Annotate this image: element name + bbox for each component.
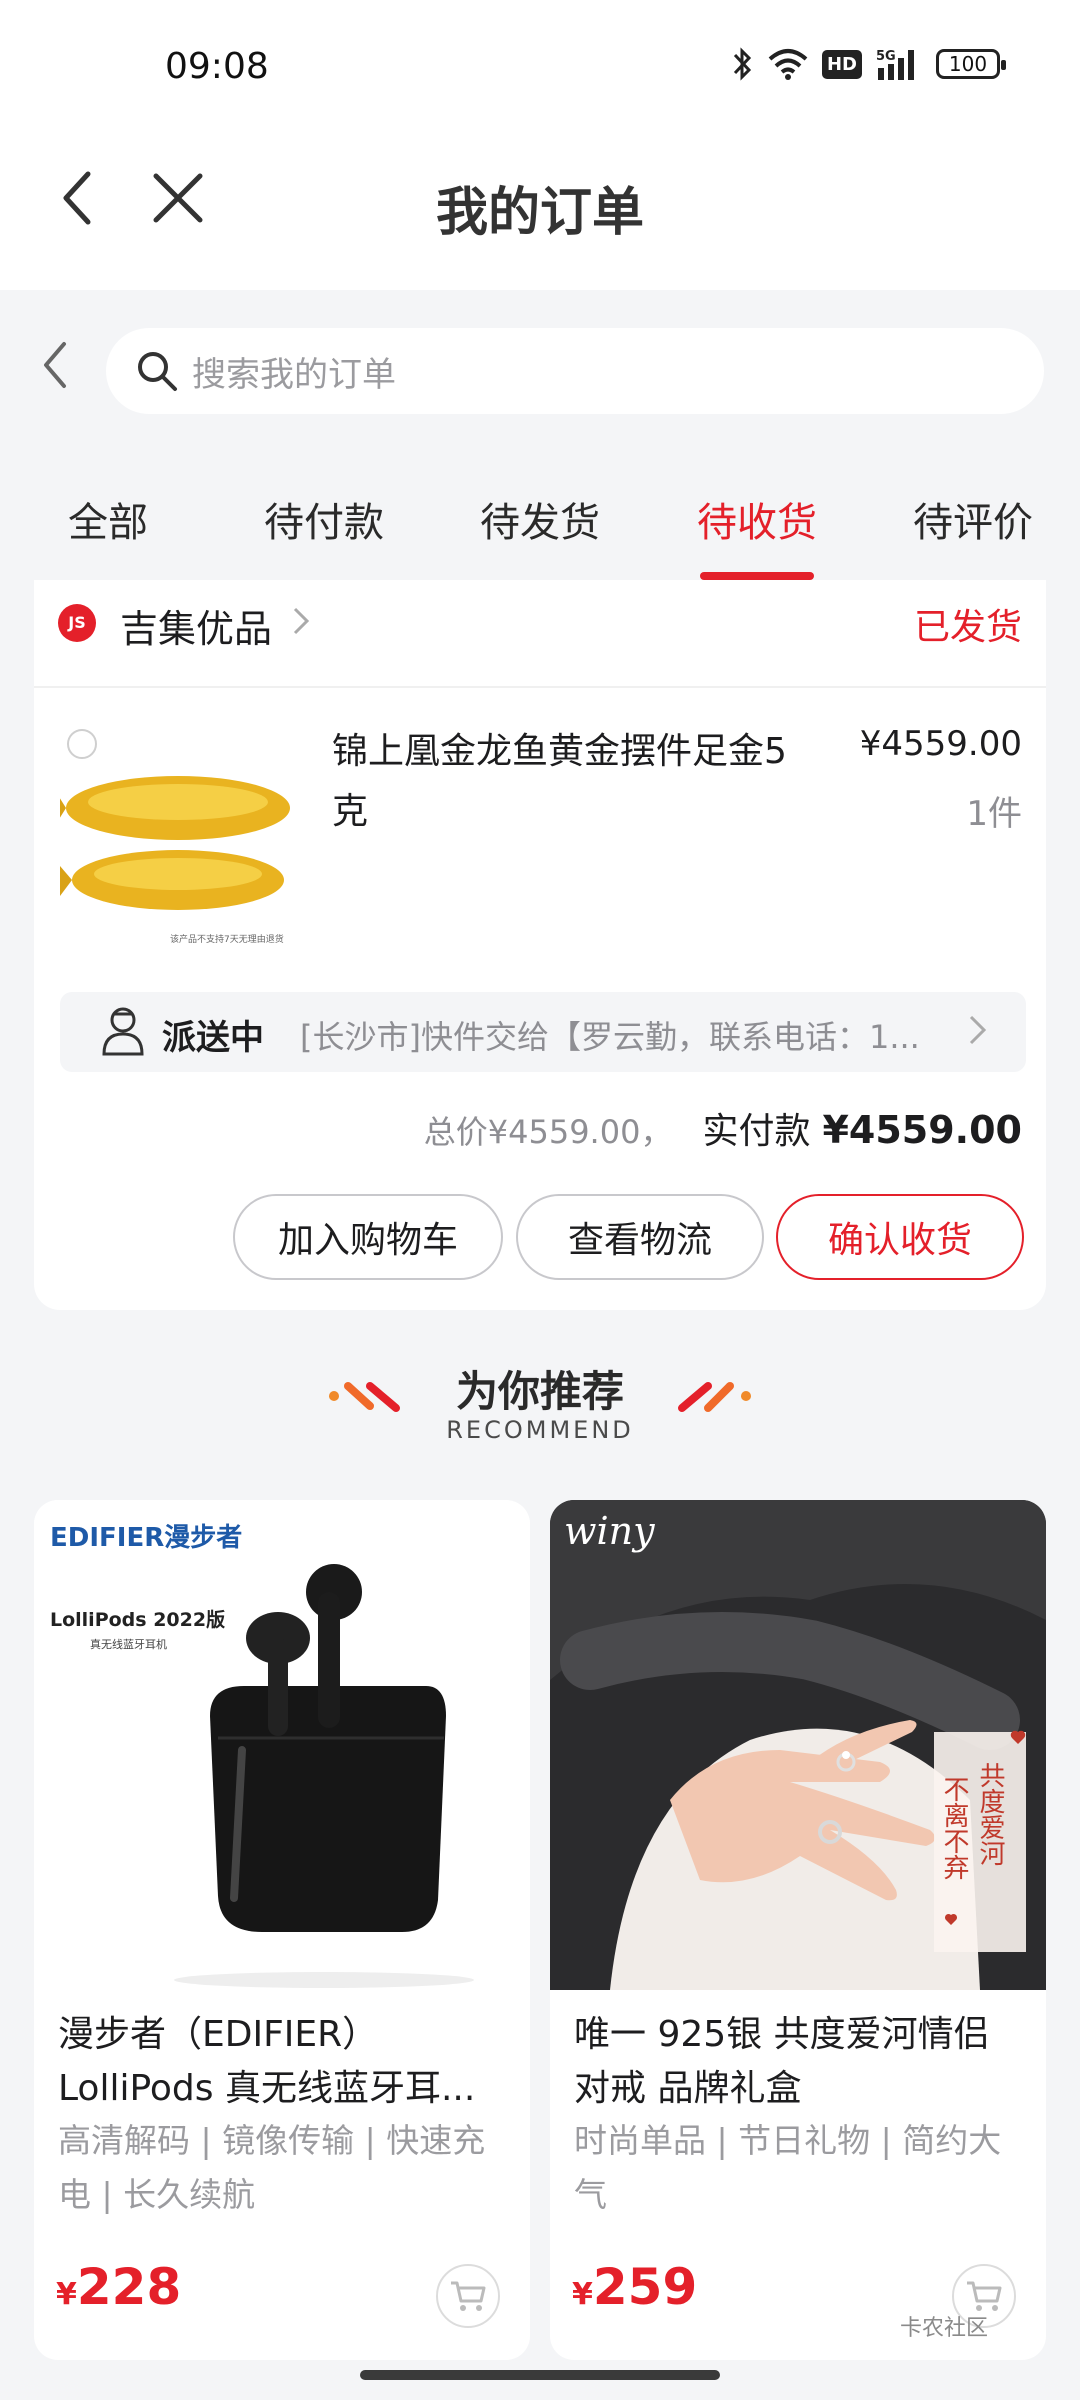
courier-icon — [102, 1007, 144, 1056]
svg-text:5G: 5G — [876, 49, 896, 64]
chevron-right-icon[interactable] — [968, 1014, 988, 1046]
product-image[interactable]: EDIFIER漫步者 LolliPods 2022版 真无线蓝牙耳机 — [34, 1500, 530, 1990]
shop-name[interactable]: 吉集优品 — [120, 598, 272, 653]
battery-indicator: 100 — [936, 49, 1006, 79]
product-name-line1: 漫步者（EDIFIER） — [58, 2014, 379, 2055]
cart-icon — [967, 2281, 1002, 2311]
tab-all[interactable]: 全部 — [68, 490, 148, 548]
product-price: ¥259 — [572, 2258, 698, 2316]
svg-text:winy: winy — [564, 1509, 655, 1553]
delivery-info: [长沙市]快件交给【罗云勤，联系电话：1... — [300, 1018, 920, 1056]
product-name[interactable]: 锦上凰金龙鱼黄金摆件足金5克 — [332, 722, 802, 842]
svg-text:LolliPods 2022版: LolliPods 2022版 — [50, 1608, 225, 1631]
signal-icon: 5G — [876, 49, 914, 80]
order-status: 已发货 — [913, 607, 1022, 648]
tab-pending-receipt[interactable]: 待收货 — [697, 490, 817, 548]
search-icon — [138, 352, 177, 391]
order-total: 总价¥4559.00， 实付款 ¥4559.00 — [424, 1102, 1022, 1154]
svg-text:真无线蓝牙耳机: 真无线蓝牙耳机 — [90, 1637, 167, 1651]
total-price: 总价¥4559.00， — [423, 1113, 673, 1151]
svg-text:该产品不支持7天无理由退货: 该产品不支持7天无理由退货 — [170, 933, 284, 945]
add-cart-icon-button[interactable] — [436, 2264, 500, 2328]
svg-text:不离不弃: 不离不弃 — [939, 1776, 969, 1880]
search-back-icon[interactable] — [40, 340, 70, 390]
product-name[interactable]: 唯一 925银 共度爱河情侣 对戒 品牌礼盒 — [574, 2008, 1034, 2116]
product-name-line1: 唯一 925银 共度爱河情侣 — [574, 2014, 990, 2055]
product-tags: 时尚单品 | 节日礼物 | 简约大气 — [574, 2121, 1002, 2214]
bluetooth-icon — [733, 47, 752, 81]
search-input[interactable]: 搜索我的订单 — [106, 328, 1044, 414]
wifi-icon — [768, 49, 808, 80]
active-tab-indicator — [700, 572, 814, 580]
recommend-card[interactable]: winy 共度爱河 不离不弃 唯一 925银 共度爱河情侣 对戒 品牌礼盒 时尚… — [550, 1500, 1046, 2360]
home-indicator[interactable] — [360, 2370, 720, 2380]
order-tabs: 全部 待付款 待发货 待收货 待评价 — [0, 490, 1080, 580]
paid-amount: ¥4559.00 — [822, 1108, 1022, 1152]
status-icons: HD 5G 100 — [732, 46, 1006, 82]
decoration-right-icon — [678, 1382, 751, 1412]
product-quantity: 1件 — [966, 794, 1022, 834]
product-name[interactable]: 漫步者（EDIFIER） LolliPods 真无线蓝牙耳... — [58, 2008, 518, 2116]
chevron-right-icon[interactable] — [292, 606, 310, 636]
cart-icon — [451, 2281, 486, 2311]
watermark: 卡农社区 — [900, 2316, 989, 2341]
paid-label: 实付款 — [702, 1111, 811, 1152]
search-placeholder: 搜索我的订单 — [192, 354, 396, 395]
delivery-status: 派送中 — [162, 1018, 264, 1058]
tab-pending-shipment[interactable]: 待发货 — [480, 490, 600, 548]
tab-pending-review[interactable]: 待评价 — [913, 490, 1033, 548]
view-logistics-button[interactable]: 查看物流 — [516, 1194, 764, 1280]
recommend-title: 为你推荐 — [455, 1367, 624, 1416]
product-image[interactable]: winy 共度爱河 不离不弃 — [550, 1500, 1046, 1990]
product-price: ¥228 — [56, 2258, 182, 2316]
recommend-card[interactable]: EDIFIER漫步者 LolliPods 2022版 真无线蓝牙耳机 漫步者（E… — [34, 1500, 530, 2360]
recommend-subtitle: RECOMMEND — [446, 1416, 634, 1444]
product-price: ¥4559.00 — [859, 724, 1022, 764]
tab-pending-payment[interactable]: 待付款 — [264, 490, 384, 548]
header-background — [0, 0, 1080, 290]
product-name-line2: LolliPods 真无线蓝牙耳... — [58, 2068, 476, 2109]
svg-text:共度爱河: 共度爱河 — [975, 1762, 1005, 1866]
add-to-cart-button[interactable]: 加入购物车 — [233, 1194, 503, 1280]
svg-text:EDIFIER漫步者: EDIFIER漫步者 — [50, 1522, 242, 1553]
product-tags: 高清解码 | 镜像传输 | 快速充电 | 长久续航 — [58, 2121, 486, 2214]
product-name-line2: 对戒 品牌礼盒 — [574, 2068, 802, 2109]
status-time: 09:08 — [165, 46, 269, 87]
product-image[interactable]: 该产品不支持7天无理由退货 — [60, 720, 300, 950]
confirm-receipt-button[interactable]: 确认收货 — [776, 1194, 1024, 1280]
hd-badge: HD — [821, 49, 862, 79]
page-title: 我的订单 — [435, 183, 644, 243]
divider — [34, 686, 1046, 688]
shop-logo: JS — [58, 604, 96, 642]
